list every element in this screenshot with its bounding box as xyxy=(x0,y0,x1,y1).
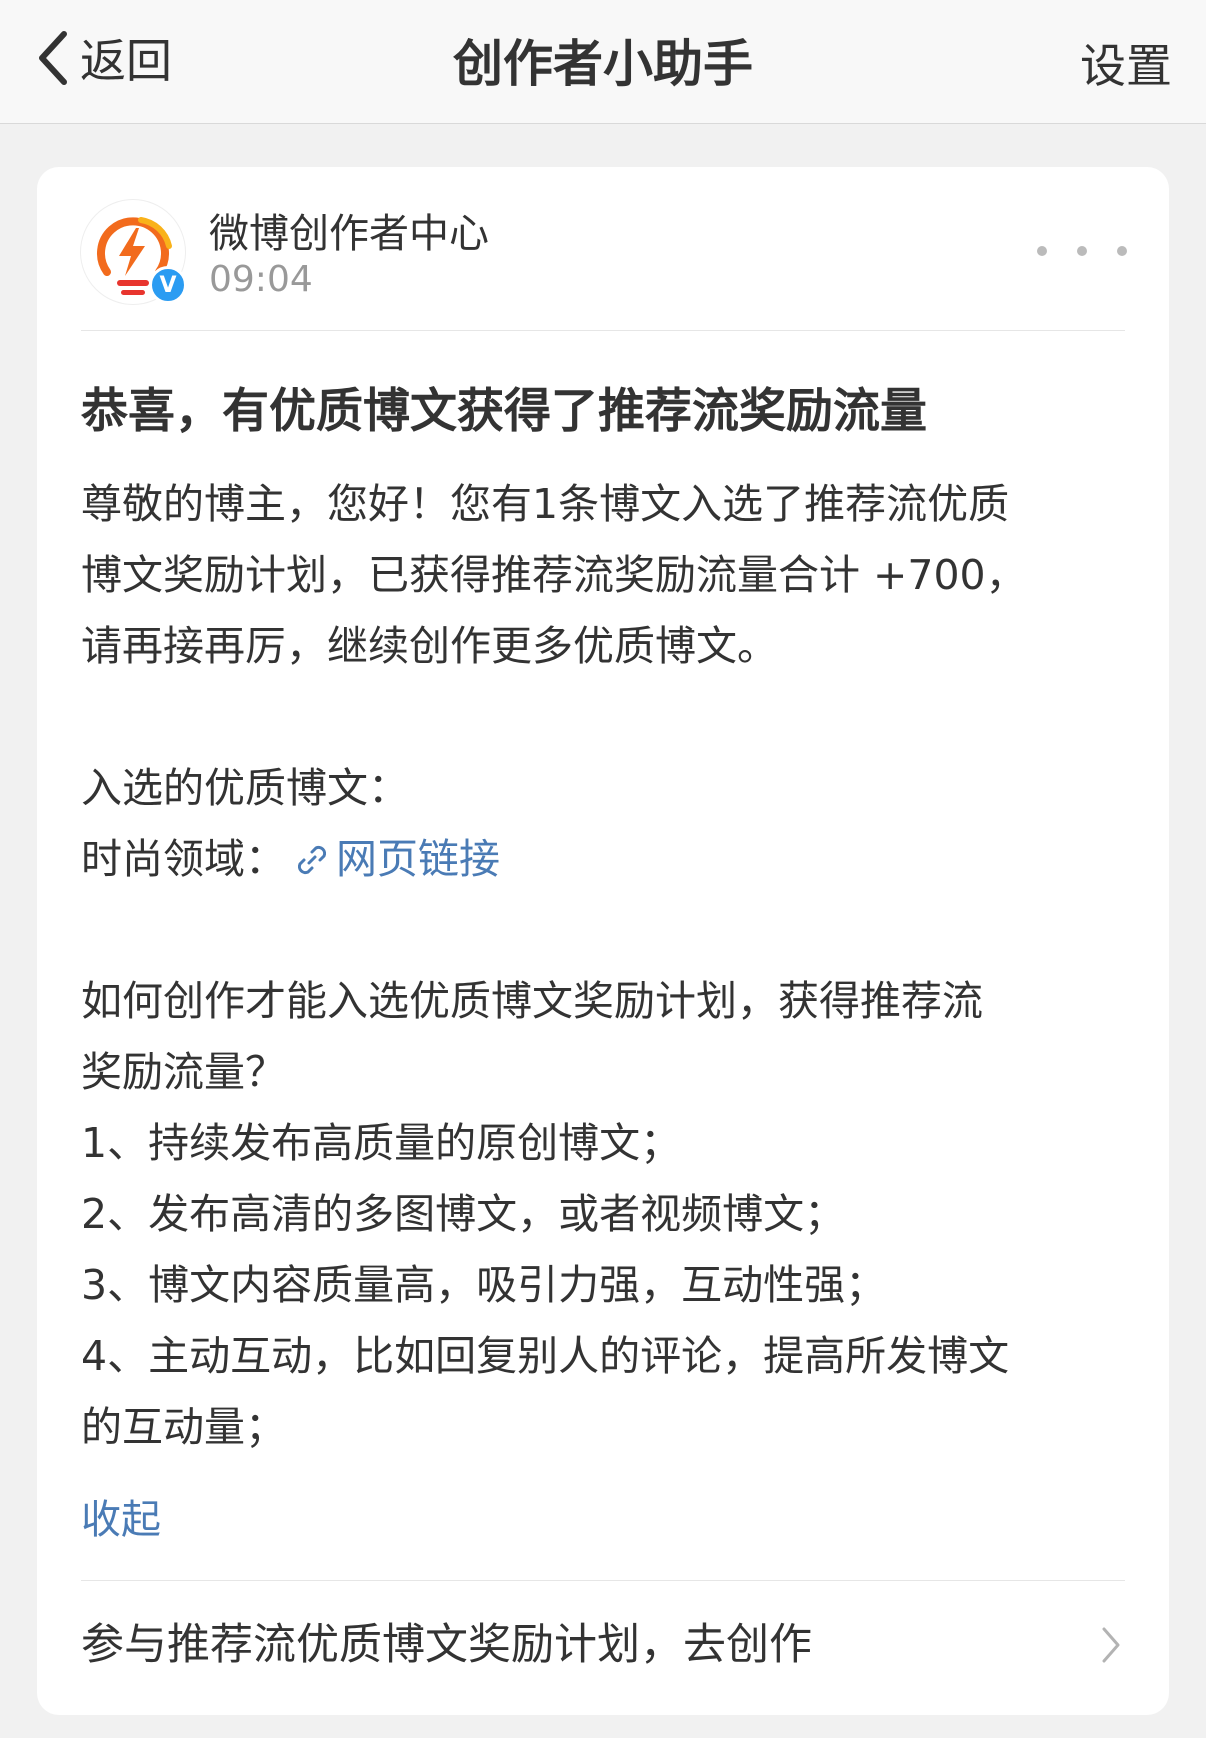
chevron-right-icon xyxy=(1102,1627,1120,1663)
body-line: 博文奖励计划，已获得推荐流奖励流量合计 +700， xyxy=(81,551,1027,599)
settings-button[interactable]: 设置 xyxy=(1080,30,1172,96)
tip-line: 4、主动互动，比如回复别人的评论，提高所发博文 xyxy=(81,1332,1010,1380)
message-card: V 微博创作者中心 09:04 恭喜，有优质博文获得了推荐流奖励流量 尊敬的博主… xyxy=(37,167,1169,1715)
web-link-label: 网页链接 xyxy=(336,835,500,883)
message-time: 09:04 xyxy=(209,259,313,300)
message-body: 尊敬的博主，您好！您有1条博文入选了推荐流优质 博文奖励计划，已获得推荐流奖励流… xyxy=(81,469,1131,1463)
message-title: 恭喜，有优质博文获得了推荐流奖励流量 xyxy=(81,384,927,439)
sender-name[interactable]: 微博创作者中心 xyxy=(209,201,489,259)
body-line: 请再接再厉，继续创作更多优质博文。 xyxy=(81,622,778,670)
tip-line: 的互动量； xyxy=(81,1403,286,1451)
link-icon xyxy=(297,845,327,874)
web-link[interactable]: 网页链接 xyxy=(286,824,500,895)
page-title: 创作者小助手 xyxy=(453,35,753,93)
tip-line: 2、发布高清的多图博文，或者视频博文； xyxy=(81,1190,846,1238)
selected-heading: 入选的优质博文： xyxy=(81,764,409,812)
nav-bar: 返回 创作者小助手 设置 xyxy=(0,0,1206,124)
tip-line: 3、博文内容质量高，吸引力强，互动性强； xyxy=(81,1261,887,1309)
verified-icon: V xyxy=(149,266,187,304)
more-dots-icon[interactable] xyxy=(1037,231,1127,271)
collapse-button[interactable]: 收起 xyxy=(81,1487,161,1545)
go-create-row[interactable]: 参与推荐流优质博文奖励计划，去创作 xyxy=(37,1580,1169,1715)
go-create-label: 参与推荐流优质博文奖励计划，去创作 xyxy=(81,1620,812,1670)
tip-line: 1、持续发布高质量的原创博文； xyxy=(81,1119,682,1167)
body-line: 尊敬的博主，您好！您有1条博文入选了推荐流优质 xyxy=(81,480,1010,528)
tip-line: 如何创作才能入选优质博文奖励计划，获得推荐流 xyxy=(81,977,983,1025)
category-label: 时尚领域： xyxy=(81,835,286,883)
tip-line: 奖励流量？ xyxy=(81,1048,286,1096)
category-line: 时尚领域： 网页链接 xyxy=(81,824,1131,895)
header-divider xyxy=(81,330,1125,331)
